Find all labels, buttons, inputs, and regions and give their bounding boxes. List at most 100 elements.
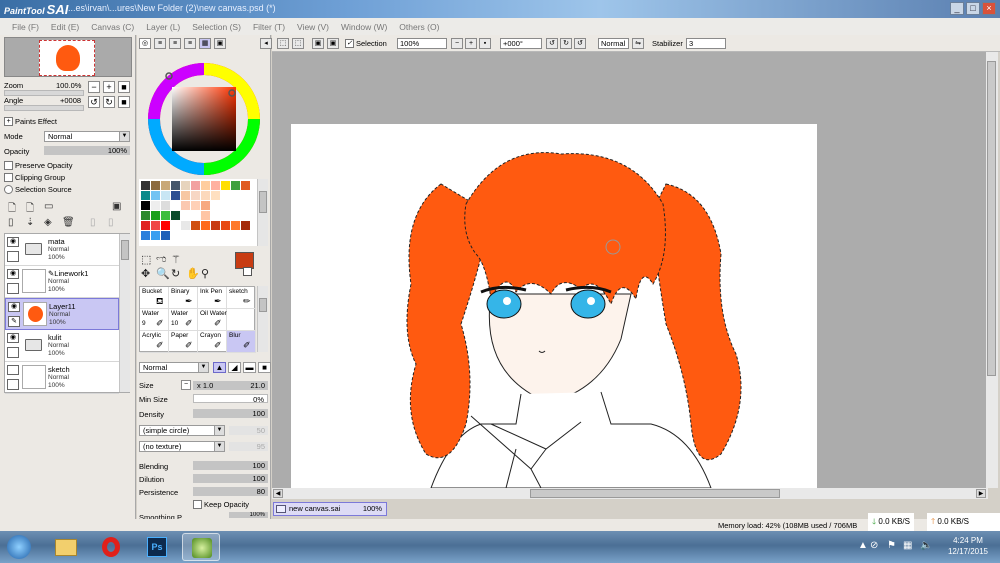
size-multiplier-button[interactable]: − xyxy=(181,380,191,390)
layer-mask-icon[interactable]: ▣ xyxy=(112,201,121,212)
selection-source-checkbox[interactable]: Selection Source xyxy=(4,185,72,194)
scratchpad-icon[interactable]: ▣ xyxy=(214,38,226,49)
dilution-slider[interactable]: 100 xyxy=(193,474,268,483)
shape-square-icon[interactable]: ■ xyxy=(258,362,271,373)
blending-slider[interactable]: 100 xyxy=(193,461,268,470)
clear-layer-icon[interactable]: ◈ xyxy=(44,217,52,228)
shape-triangle-icon[interactable]: ▲ xyxy=(213,362,226,373)
shape-round-icon[interactable]: ◢ xyxy=(228,362,241,373)
menu-canvas[interactable]: Canvas (C) xyxy=(87,22,138,32)
brush-tool[interactable]: Ink Pen ✒ xyxy=(198,287,227,309)
explorer-icon[interactable] xyxy=(46,533,84,561)
magic-wand-icon[interactable]: ⚚ xyxy=(171,253,181,266)
menu-file[interactable]: File (F) xyxy=(8,22,43,32)
zoom-out-icon[interactable]: − xyxy=(451,38,463,49)
brush-scrollbar[interactable] xyxy=(257,286,268,352)
brush-tool-empty[interactable] xyxy=(227,309,256,331)
brush-tool[interactable]: Paper ✐ xyxy=(169,331,198,353)
system-clock[interactable]: 4:24 PM 12/17/2015 xyxy=(940,535,996,557)
layer-row[interactable]: ◉ ✎Linework1 Normal 100% xyxy=(5,266,119,298)
select-all-icon[interactable]: ⬚ xyxy=(277,38,289,49)
canvas-hscroll-thumb[interactable] xyxy=(530,489,780,498)
flag-icon[interactable]: ⚑ xyxy=(887,540,896,551)
menu-edit[interactable]: Edit (E) xyxy=(47,22,83,32)
scroll-left-icon[interactable]: ◂ xyxy=(260,38,272,49)
menu-window[interactable]: Window (W) xyxy=(337,22,391,32)
paint-lock-icon[interactable]: ✎ xyxy=(8,316,20,327)
eye-icon[interactable] xyxy=(7,365,19,375)
navigator-preview[interactable] xyxy=(4,37,132,77)
move-icon[interactable]: ✥ xyxy=(141,267,150,280)
rotate-icon[interactable]: ↻ xyxy=(171,267,180,280)
preserve-opacity-checkbox[interactable]: Preserve Opacity xyxy=(4,161,73,170)
brush-texture-select[interactable]: (no texture) ▼ xyxy=(139,441,225,452)
invert-selection-icon[interactable]: ▣ xyxy=(312,38,324,49)
layer-row-selected[interactable]: ◉ ✎ Layer11 Normal 100% xyxy=(5,298,119,330)
rotation-select[interactable]: +000° xyxy=(500,38,542,49)
lock-toggle[interactable] xyxy=(7,347,19,358)
new-folder-icon[interactable]: ▭ xyxy=(44,201,53,212)
brush-tool[interactable]: Water 9 ✐ xyxy=(140,309,169,331)
hsv-slider-icon[interactable]: ≡ xyxy=(169,38,181,49)
angle-slider[interactable] xyxy=(4,105,84,111)
zoom-reset-icon[interactable]: ▪ xyxy=(479,38,491,49)
rotate-reset-icon[interactable]: ↺ xyxy=(574,38,586,49)
eye-icon[interactable]: ◉ xyxy=(7,237,19,247)
eyedropper-icon[interactable]: ⚲ xyxy=(201,267,209,280)
stabilizer-select[interactable]: 3 xyxy=(686,38,726,49)
volume-icon[interactable]: 🔈 xyxy=(920,540,932,551)
menu-filter[interactable]: Filter (T) xyxy=(249,22,289,32)
layer-row[interactable]: ◉ mata Normal 100% xyxy=(5,234,119,266)
document-tab[interactable]: new canvas.sai 100% xyxy=(273,502,387,516)
maximize-button[interactable]: □ xyxy=(966,2,980,15)
new-linework-icon[interactable]: 🗋 xyxy=(26,201,34,218)
brush-tool[interactable]: Bucket ⛾ xyxy=(140,287,169,309)
color-bars-icon[interactable]: ≡ xyxy=(184,38,196,49)
canvas-vscroll-thumb[interactable] xyxy=(987,61,996,376)
brush-tool-selected[interactable]: Blur ✐ xyxy=(227,331,256,353)
brush-blend-select[interactable]: Normal ▼ xyxy=(139,362,209,373)
brush-tool[interactable]: Acrylic ✐ xyxy=(140,331,169,353)
hand-icon[interactable]: ✋ xyxy=(186,267,200,280)
canvas-horizontal-scrollbar[interactable]: ◀ ▶ xyxy=(272,488,988,499)
zoom-out-button[interactable]: − xyxy=(88,81,100,93)
rotate-cw-icon[interactable]: ↻ xyxy=(560,38,572,49)
min-size-slider[interactable]: 0% xyxy=(193,394,268,404)
canvas-vertical-scrollbar[interactable] xyxy=(986,52,998,488)
lasso-icon[interactable]: ಌ xyxy=(156,253,167,266)
merge-visible-icon[interactable]: ▯ xyxy=(108,217,114,228)
selection-checkbox[interactable]: ✓ Selection xyxy=(345,39,387,48)
menu-layer[interactable]: Layer (L) xyxy=(142,22,184,32)
rotate-reset-button[interactable]: ■ xyxy=(118,96,130,108)
opera-icon[interactable] xyxy=(92,533,130,561)
photoshop-icon[interactable]: Ps xyxy=(138,533,176,561)
eye-icon[interactable]: ◉ xyxy=(8,302,20,312)
scroll-right-arrow-icon[interactable]: ▶ xyxy=(976,489,986,498)
color-wheel-icon[interactable]: ◎ xyxy=(139,38,151,49)
menu-view[interactable]: View (V) xyxy=(293,22,333,32)
menu-selection[interactable]: Selection (S) xyxy=(188,22,245,32)
secondary-color-swatch[interactable] xyxy=(243,267,252,276)
new-layer-icon[interactable]: 🗋 xyxy=(8,201,16,218)
minimize-button[interactable]: _ xyxy=(950,2,964,15)
color-wheel[interactable] xyxy=(144,61,264,177)
zoom-in-icon[interactable]: + xyxy=(465,38,477,49)
brush-tool[interactable]: Binary ✒ xyxy=(169,287,198,309)
texture-strength[interactable]: 95 xyxy=(229,442,268,451)
copy-layer-icon[interactable]: ▯ xyxy=(8,217,14,228)
smoothing-slider[interactable]: 100% xyxy=(229,512,268,518)
brush-tool[interactable]: Oil Water ✐ xyxy=(198,309,227,331)
zoom-reset-button[interactable]: ■ xyxy=(118,81,130,93)
lock-toggle[interactable] xyxy=(7,379,19,390)
scroll-left-arrow-icon[interactable]: ◀ xyxy=(273,489,283,498)
lock-toggle[interactable] xyxy=(7,283,19,294)
shape-strength[interactable]: 50 xyxy=(229,426,268,435)
brush-tool[interactable]: sketch ✏ xyxy=(227,287,256,309)
brush-tool[interactable]: Water 10 ✐ xyxy=(169,309,198,331)
opacity-slider[interactable]: 100% xyxy=(44,146,130,155)
paints-effect-toggle[interactable]: + Paints Effect xyxy=(4,117,57,126)
keep-opacity-checkbox[interactable]: Keep Opacity xyxy=(193,500,249,509)
rotate-left-button[interactable]: ↺ xyxy=(88,96,100,108)
layer-row[interactable]: ◉ kulit Normal 100% xyxy=(5,330,119,362)
size-slider[interactable]: x 1.0 21.0 xyxy=(193,381,268,390)
